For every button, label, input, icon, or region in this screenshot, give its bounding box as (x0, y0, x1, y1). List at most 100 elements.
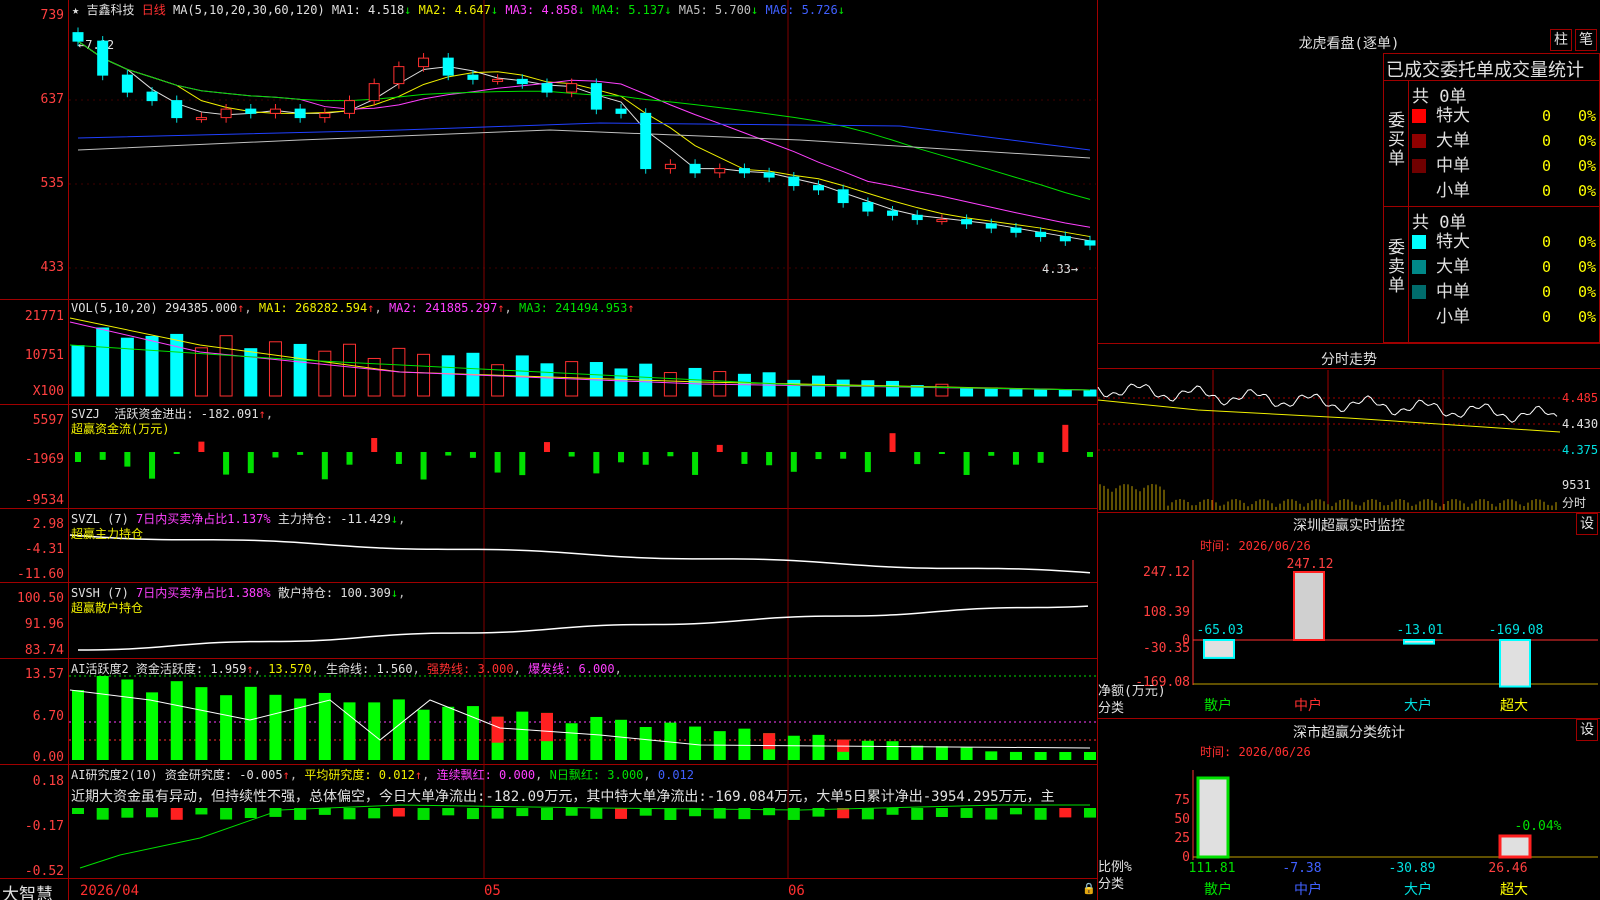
ai1-bar (812, 734, 825, 760)
ai1-bar (738, 728, 751, 760)
svzl-axis-label: -11.60 (17, 567, 64, 582)
ai2-bar (466, 808, 479, 820)
candle-body (936, 219, 948, 223)
fund-flow-bar (790, 452, 797, 472)
fund-flow-bar (494, 452, 501, 473)
ai1-bar (368, 702, 381, 760)
ai2-bar (1009, 808, 1022, 815)
candle-body (788, 176, 800, 187)
fund-flow-bar (815, 452, 822, 460)
ai2-bar (417, 808, 430, 820)
fund-flow-bar (395, 452, 402, 464)
ai1-bar (121, 679, 134, 760)
fund-flow-bar (889, 433, 896, 452)
vol-header: VOL(5,10,20) 294385.000↑, MA1: 268282.59… (71, 301, 635, 315)
ai1-bar-red (763, 733, 776, 750)
candle-body (368, 83, 380, 102)
fund-flow-bar (864, 452, 871, 473)
fund-flow-bar (938, 452, 945, 454)
ai2-bar (392, 808, 405, 817)
candle-body (121, 74, 133, 93)
ai1-axis-label: 13.57 (24, 667, 64, 682)
fund-flow-bar (124, 452, 131, 467)
ai1-bar (639, 726, 652, 760)
candle-body (245, 108, 257, 114)
volume-bar (441, 355, 455, 397)
ai2-bar (96, 808, 109, 820)
volume-bar (318, 350, 332, 397)
fl-axis-label: 50 (1174, 812, 1190, 827)
ai1-bar (565, 723, 578, 760)
fund-flow-bar (766, 452, 773, 466)
fund-flow-bar (297, 452, 304, 455)
vol-unit-label: X100 (32, 384, 64, 399)
ai2-bar (935, 808, 948, 818)
svsh-axis-label: 91.96 (24, 617, 64, 632)
ai1-header: AI活跃度2 资金活跃度: 1.959↑, 13.570, 生命线: 1.560… (71, 662, 622, 676)
ai1-bar (886, 741, 899, 760)
candle-body (812, 185, 824, 191)
sz-axis-label: 108.39 (1143, 605, 1190, 620)
fund-flow-bar (173, 452, 180, 454)
volume-bar (614, 368, 628, 397)
candle-body (1059, 236, 1071, 242)
ai1-bar (911, 745, 924, 760)
candle-body (615, 108, 627, 114)
ai2-bar (861, 808, 874, 820)
fund-flow-bar (593, 452, 600, 474)
volume-bar (96, 327, 110, 397)
main-chart-area[interactable]: 739 637 535 433 ★ 吉鑫科技 日线 MA(5,10,20,30,… (0, 0, 1098, 900)
volume-bar (170, 333, 184, 397)
fl-top-label: -0.04% (1515, 819, 1562, 834)
ai1-bar (343, 702, 356, 760)
ai2-bar (146, 808, 159, 818)
candle-body (1035, 231, 1047, 238)
sz-axis-label: 247.12 (1143, 565, 1190, 580)
fl-category-label: 大户 (1404, 881, 1432, 898)
fund-flow-bar (963, 452, 970, 475)
ai1-bar (417, 709, 430, 760)
ai1-bar (615, 719, 628, 760)
candle-body (566, 83, 578, 93)
fl-value-label: -7.38 (1282, 861, 1321, 876)
ai2-bar (615, 808, 628, 819)
fund-flow-bar (272, 452, 279, 458)
fund-flow-bar (99, 452, 106, 460)
candle-body (195, 117, 207, 121)
svsh-axis-label: 83.74 (24, 643, 64, 658)
fl-axis-label: 75 (1174, 793, 1190, 808)
volume-bar (1058, 389, 1072, 397)
volume-bar (145, 335, 159, 397)
ai1-bar (985, 751, 998, 760)
fund-flow-bar (149, 452, 156, 479)
candle-body (689, 163, 701, 174)
volume-bar (762, 372, 776, 397)
fund-flow-bar (247, 452, 254, 474)
fund-flow-bar (543, 442, 550, 452)
fund-flow-bar (1062, 424, 1069, 452)
fl-bar (1498, 834, 1532, 859)
sz-bar (1293, 571, 1325, 641)
svzl-axis-label: -4.31 (24, 542, 64, 557)
candle-body (269, 108, 281, 114)
volume-bar (787, 379, 801, 397)
lock-icon[interactable]: 🔒 (1082, 882, 1096, 895)
candle-body (541, 83, 553, 93)
vol-axis-label: 21771 (24, 309, 64, 324)
volume-bar (71, 345, 85, 397)
candle-body (97, 40, 109, 76)
fl-axis-label: 25 (1174, 831, 1190, 846)
brand-label[interactable]: 大智慧 (2, 880, 53, 900)
candle-body (72, 32, 84, 42)
fund-flow-bar (1087, 452, 1093, 457)
svsh-axis-label: 100.50 (17, 591, 64, 606)
volume-bar (984, 387, 998, 397)
ai1-bar (72, 690, 84, 760)
candle-body (911, 214, 923, 221)
ma-line (77, 40, 1091, 242)
ai1-bar (960, 747, 973, 760)
sz-axis-label: -169.08 (1135, 675, 1190, 690)
ai2-bar (442, 808, 455, 816)
fund-flow-bar (198, 441, 205, 452)
ai1-bar (220, 695, 233, 760)
